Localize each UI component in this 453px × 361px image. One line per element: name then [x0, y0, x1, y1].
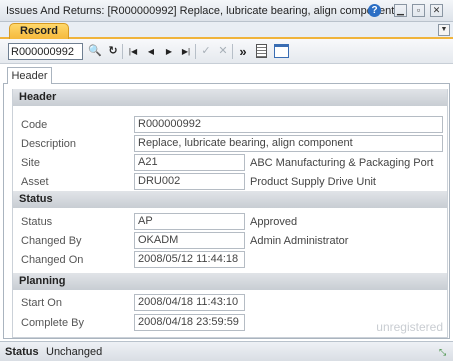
asset-label: Asset — [21, 176, 49, 188]
window-layout-icon[interactable] — [274, 44, 289, 58]
last-record-icon[interactable]: ▶| — [179, 44, 193, 59]
close-icon[interactable]: ✕ — [430, 4, 443, 17]
toolbar-divider — [122, 44, 123, 59]
unregistered-watermark: unregistered — [376, 320, 443, 334]
title-bar: Issues And Returns: [R000000992] Replace… — [0, 0, 453, 22]
cancel-icon[interactable]: ✕ — [216, 44, 230, 59]
status-bar-value: Unchanged — [46, 346, 103, 358]
previous-record-icon[interactable]: ◀ — [144, 44, 158, 59]
tab-header[interactable]: Header — [7, 67, 52, 84]
status-section: Status Status AP Approved Changed By OKA… — [12, 191, 448, 275]
tab-strip: Record ▼ — [0, 22, 453, 39]
chevron-down-icon[interactable]: ▼ — [438, 24, 450, 36]
record-toolbar: 🔍 ↻ |◀ ◀ ▶ ▶| ✓ ✕ » — [0, 39, 453, 64]
start-on-field[interactable]: 2008/04/18 11:43:10 — [134, 294, 245, 311]
toolbar-divider — [232, 44, 233, 59]
first-record-icon[interactable]: |◀ — [126, 44, 140, 59]
help-icon[interactable]: ? — [368, 4, 381, 17]
changed-by-field[interactable]: OKADM — [134, 232, 245, 249]
toolbar-divider — [195, 44, 196, 59]
asset-field[interactable]: DRU002 — [134, 173, 245, 190]
complete-by-field[interactable]: 2008/04/18 23:59:59 — [134, 314, 245, 331]
start-on-label: Start On — [21, 297, 62, 309]
site-field[interactable]: A21 — [134, 154, 245, 171]
changed-by-description: Admin Administrator — [250, 235, 349, 247]
site-description: ABC Manufacturing & Packaging Port — [250, 157, 434, 169]
complete-by-label: Complete By — [21, 317, 84, 329]
more-actions-icon[interactable]: » — [236, 44, 250, 59]
status-bar: Status Unchanged ⤡ — [0, 341, 453, 361]
section-title: Status — [13, 191, 447, 208]
status-label: Status — [21, 216, 53, 228]
asset-description: Product Supply Drive Unit — [250, 176, 376, 188]
changed-on-field[interactable]: 2008/05/12 11:44:18 — [134, 251, 245, 268]
description-label: Description — [21, 138, 77, 150]
section-title: Planning — [13, 273, 447, 290]
code-label: Code — [21, 119, 48, 131]
header-section: Header Code R000000992 Description Repla… — [12, 89, 448, 193]
status-description: Approved — [250, 216, 298, 228]
notes-icon[interactable] — [256, 44, 267, 58]
status-bar-label: Status — [5, 346, 39, 358]
window-title: Issues And Returns: [R000000992] Replace… — [6, 5, 395, 17]
site-label: Site — [21, 157, 40, 169]
maximize-icon[interactable]: ▫ — [412, 4, 425, 17]
status-field[interactable]: AP — [134, 213, 245, 230]
changed-by-label: Changed By — [21, 235, 82, 247]
record-form: Header Code R000000992 Description Repla… — [3, 83, 450, 339]
checkmark-icon[interactable]: ✓ — [199, 44, 213, 59]
search-icon[interactable]: 🔍 — [88, 44, 102, 59]
resize-grip-icon[interactable]: ⤡ — [439, 347, 449, 357]
minimize-icon[interactable]: ▁ — [394, 4, 407, 17]
next-record-icon[interactable]: ▶ — [162, 44, 176, 59]
refresh-icon[interactable]: ↻ — [106, 44, 120, 59]
tab-record[interactable]: Record — [9, 23, 69, 39]
changed-on-label: Changed On — [21, 254, 84, 266]
description-field[interactable]: Replace, lubricate bearing, align compon… — [134, 135, 443, 152]
section-title: Header — [13, 89, 447, 106]
code-field[interactable]: R000000992 — [134, 116, 443, 133]
record-code-input[interactable] — [8, 43, 83, 60]
